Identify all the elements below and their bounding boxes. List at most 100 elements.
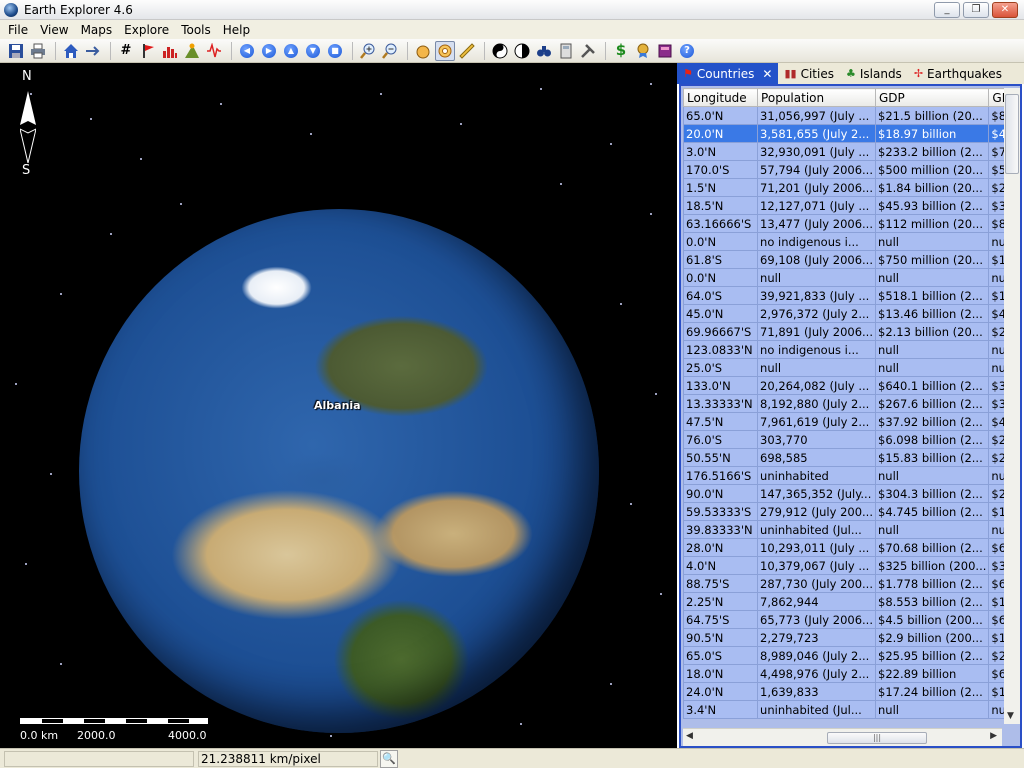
- table-cell[interactable]: null: [874, 340, 990, 359]
- column-header-gdp[interactable]: GDP: [874, 88, 990, 107]
- table-cell[interactable]: 57,794 (July 2006...: [757, 160, 876, 179]
- table-cell[interactable]: 1,639,833: [757, 682, 876, 701]
- scroll-down-icon[interactable]: ▼: [1007, 711, 1014, 721]
- table-cell[interactable]: null: [874, 232, 990, 251]
- close-window-button[interactable]: ✕: [992, 2, 1018, 18]
- table-row[interactable]: 64.75'S 65,773 (July 2006... $4.5 billion …: [682, 610, 1020, 629]
- table-row[interactable]: 39.83333'N uninhabited (Jul... null nul: [682, 520, 1020, 539]
- table-cell[interactable]: 65,773 (July 2006...: [757, 610, 876, 629]
- table-row[interactable]: 76.0'S 303,770 $6.098 billion (2... $20: [682, 430, 1020, 449]
- table-cell[interactable]: 71,891 (July 2006...: [757, 322, 876, 341]
- table-cell[interactable]: 2,976,372 (July 2...: [757, 304, 876, 323]
- search-icon[interactable]: 🔍: [380, 750, 398, 768]
- table-cell[interactable]: 10,293,011 (July ...: [757, 538, 876, 557]
- tools-icon[interactable]: [578, 41, 598, 61]
- table-row[interactable]: 176.5166'S uninhabited null nul: [682, 466, 1020, 485]
- table-cell[interactable]: $640.1 billion (2...: [874, 376, 990, 395]
- globe-view[interactable]: Albania N S 0.0 km 2000.0 4000.0: [0, 63, 677, 748]
- table-cell[interactable]: 45.0'N: [682, 304, 759, 323]
- table-cell[interactable]: 303,770: [757, 430, 876, 449]
- home-icon[interactable]: [61, 41, 81, 61]
- table-row[interactable]: 69.96667'S 71,891 (July 2006... $2.13 bill…: [682, 322, 1020, 341]
- table-row[interactable]: 3.4'N uninhabited (Jul... null nul: [682, 700, 1020, 719]
- table-cell[interactable]: 20.0'N: [682, 124, 759, 143]
- table-row[interactable]: 4.0'N 10,379,067 (July ... $325 billion (2…: [682, 556, 1020, 575]
- table-cell[interactable]: 3.0'N: [682, 142, 759, 161]
- table-row[interactable]: 88.75'S 287,730 (July 200... $1.778 billio…: [682, 574, 1020, 593]
- table-cell[interactable]: $267.6 billion (2...: [874, 394, 990, 413]
- save-icon[interactable]: [6, 41, 26, 61]
- table-cell[interactable]: 2,279,723: [757, 628, 876, 647]
- daynight-icon[interactable]: [512, 41, 532, 61]
- table-cell[interactable]: 47.5'N: [682, 412, 759, 431]
- table-cell[interactable]: 123.0833'N: [682, 340, 759, 359]
- table-row[interactable]: 63.16666'S 13,477 (July 2006... $112 milli…: [682, 214, 1020, 233]
- table-row[interactable]: 28.0'N 10,293,011 (July ... $70.68 billion…: [682, 538, 1020, 557]
- award-icon[interactable]: [633, 41, 653, 61]
- column-header-population[interactable]: Population: [757, 88, 876, 107]
- minimize-button[interactable]: _: [934, 2, 960, 18]
- table-cell[interactable]: $112 million (20...: [874, 214, 990, 233]
- table-cell[interactable]: $45.93 billion (2...: [874, 196, 990, 215]
- forward-icon[interactable]: ▶: [259, 41, 279, 61]
- table-row[interactable]: 64.0'S 39,921,833 (July ... $518.1 billion…: [682, 286, 1020, 305]
- table-cell[interactable]: $1.84 billion (20...: [874, 178, 990, 197]
- table-cell[interactable]: null: [874, 358, 990, 377]
- table-cell[interactable]: 7,961,619 (July 2...: [757, 412, 876, 431]
- dollar-icon[interactable]: $: [611, 41, 631, 61]
- table-row[interactable]: 61.8'S 69,108 (July 2006... $750 million (…: [682, 250, 1020, 269]
- table-cell[interactable]: 25.0'S: [682, 358, 759, 377]
- table-cell[interactable]: $15.83 billion (2...: [874, 448, 990, 467]
- table-cell[interactable]: $1.778 billion (2...: [874, 574, 990, 593]
- table-cell[interactable]: $22.89 billion: [874, 664, 990, 683]
- table-cell[interactable]: 176.5166'S: [682, 466, 759, 485]
- table-cell[interactable]: 0.0'N: [682, 232, 759, 251]
- table-row[interactable]: 1.5'N 71,201 (July 2006... $1.84 billion (…: [682, 178, 1020, 197]
- maximize-button[interactable]: ❐: [963, 2, 989, 18]
- table-cell[interactable]: 12,127,071 (July ...: [757, 196, 876, 215]
- table-cell[interactable]: $325 billion (200...: [874, 556, 990, 575]
- table-cell[interactable]: 8,989,046 (July 2...: [757, 646, 876, 665]
- tab-cities[interactable]: ▮▮ Cities: [778, 63, 840, 84]
- table-row[interactable]: 65.0'S 8,989,046 (July 2... $25.95 billion…: [682, 646, 1020, 665]
- table-row[interactable]: 50.55'N 698,585 $15.83 billion (2... $23: [682, 448, 1020, 467]
- table-row[interactable]: 20.0'N 3,581,655 (July 2... $18.97 billion…: [682, 124, 1020, 143]
- table-cell[interactable]: $518.1 billion (2...: [874, 286, 990, 305]
- table-cell[interactable]: 71,201 (July 2006...: [757, 178, 876, 197]
- seismic-icon[interactable]: [204, 41, 224, 61]
- menu-view[interactable]: View: [34, 23, 74, 37]
- table-cell[interactable]: null: [874, 268, 990, 287]
- navigate-icon[interactable]: [83, 41, 103, 61]
- table-cell[interactable]: 10,379,067 (July ...: [757, 556, 876, 575]
- table-cell[interactable]: 69,108 (July 2006...: [757, 250, 876, 269]
- table-cell[interactable]: 18.0'N: [682, 664, 759, 683]
- scroll-right-icon[interactable]: ▶: [990, 731, 997, 741]
- menu-tools[interactable]: Tools: [175, 23, 217, 37]
- yinyang-icon[interactable]: [490, 41, 510, 61]
- table-row[interactable]: 3.0'N 32,930,091 (July ... $233.2 billion …: [682, 142, 1020, 161]
- table-cell[interactable]: 65.0'N: [682, 106, 759, 125]
- table-cell[interactable]: uninhabited: [757, 466, 876, 485]
- table-cell[interactable]: $233.2 billion (2...: [874, 142, 990, 161]
- table-row[interactable]: 170.0'S 57,794 (July 2006... $500 million …: [682, 160, 1020, 179]
- table-row[interactable]: 18.0'N 4,498,976 (July 2... $22.89 billion…: [682, 664, 1020, 683]
- target-icon[interactable]: [435, 40, 455, 61]
- table-cell[interactable]: $6.098 billion (2...: [874, 430, 990, 449]
- table-row[interactable]: 59.53333'S 279,912 (July 200... $4.745 bil…: [682, 502, 1020, 521]
- table-cell[interactable]: 65.0'S: [682, 646, 759, 665]
- table-row[interactable]: 13.33333'N 8,192,880 (July 2... $267.6 bil…: [682, 394, 1020, 413]
- horizontal-scrollbar[interactable]: ◀ ||| ▶: [683, 728, 1002, 746]
- table-cell[interactable]: 4,498,976 (July 2...: [757, 664, 876, 683]
- grid-icon[interactable]: #: [116, 41, 136, 61]
- table-cell[interactable]: 63.16666'S: [682, 214, 759, 233]
- flag-icon[interactable]: [138, 41, 158, 61]
- table-cell[interactable]: $13.46 billion (2...: [874, 304, 990, 323]
- table-cell[interactable]: 13,477 (July 2006...: [757, 214, 876, 233]
- zoom-out-icon[interactable]: [380, 41, 400, 61]
- table-cell[interactable]: $2.13 billion (20...: [874, 322, 990, 341]
- horizontal-scroll-thumb[interactable]: |||: [827, 732, 927, 744]
- table-cell[interactable]: 4.0'N: [682, 556, 759, 575]
- zoom-in-icon[interactable]: [358, 41, 378, 61]
- down-icon[interactable]: ▼: [303, 41, 323, 61]
- table-cell[interactable]: 20,264,082 (July ...: [757, 376, 876, 395]
